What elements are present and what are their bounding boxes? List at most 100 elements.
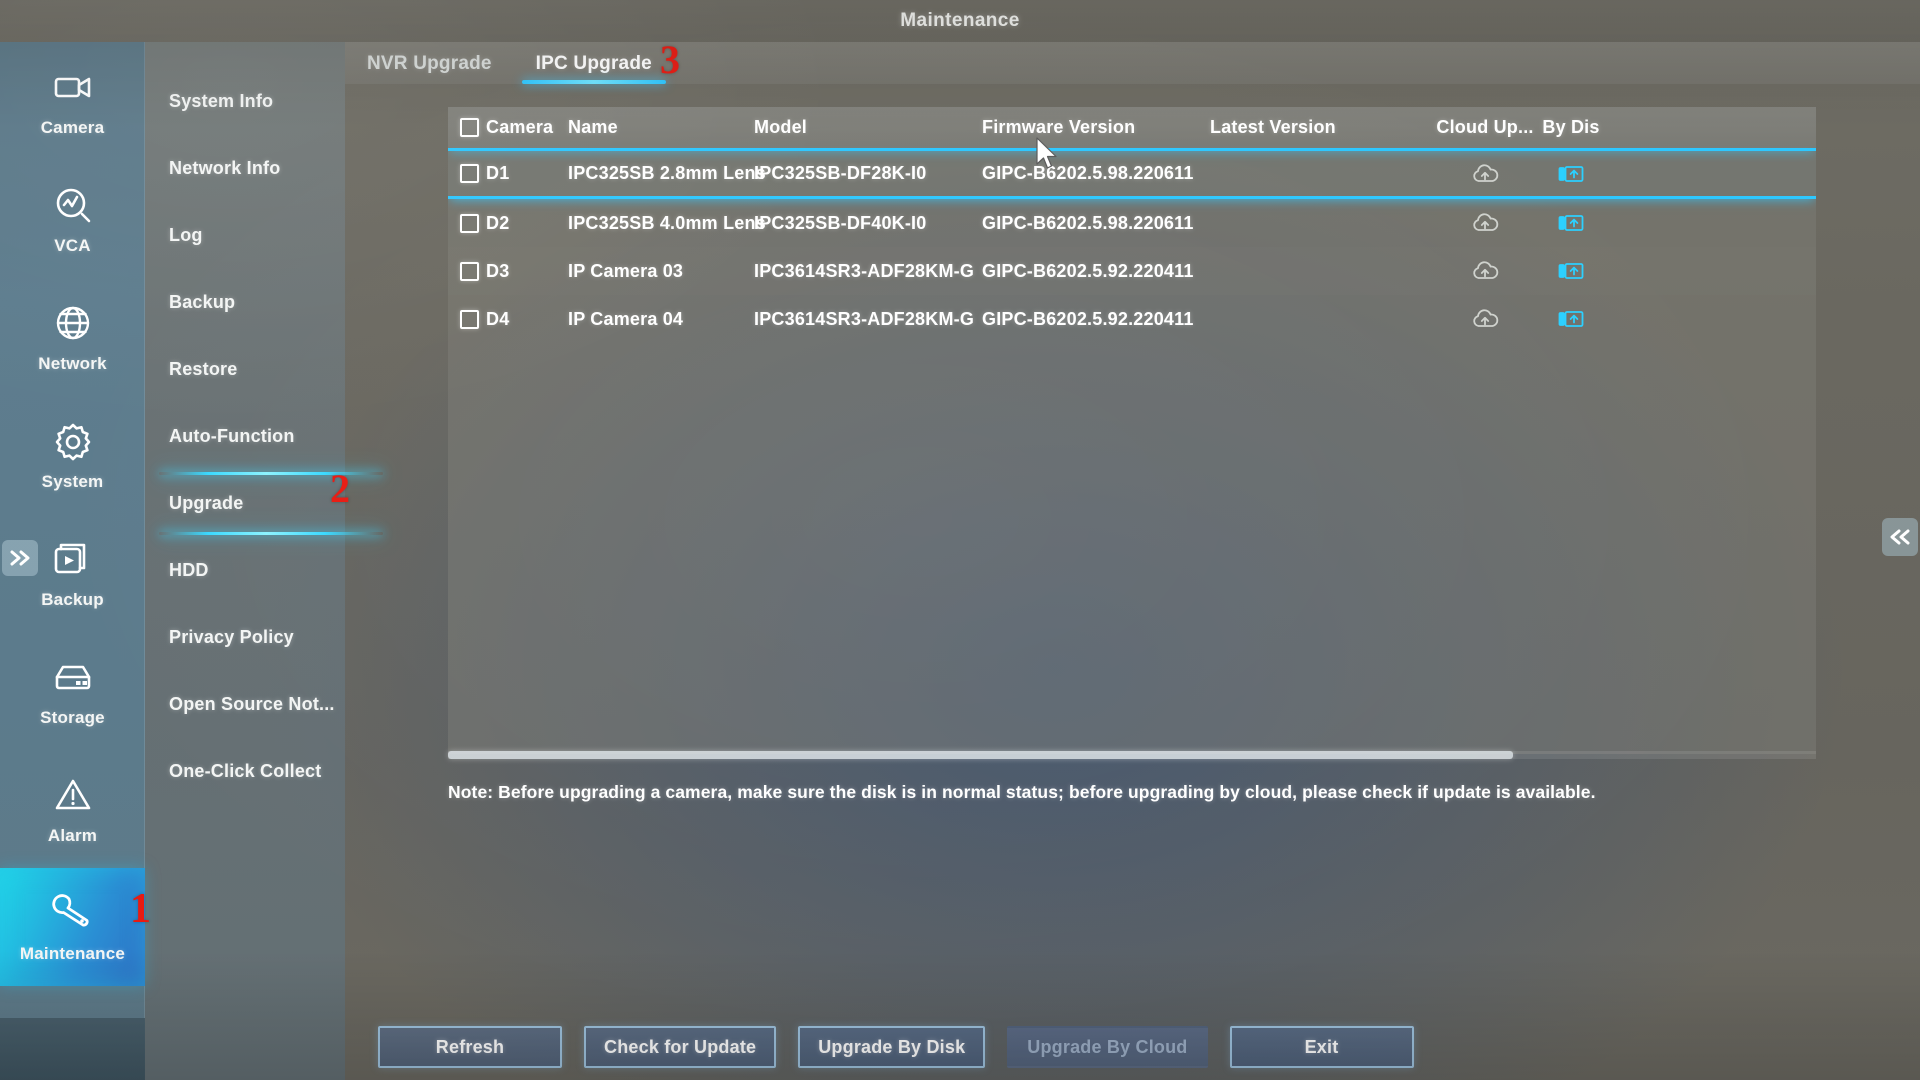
submenu-item-open-source-notice[interactable]: Open Source Not... <box>145 671 345 738</box>
submenu-label: One-Click Collect <box>169 761 322 781</box>
submenu-label: Auto-Function <box>169 426 295 446</box>
row-firmware: GIPC-B6202.5.98.220611 <box>982 163 1194 183</box>
exit-button[interactable]: Exit <box>1229 1026 1414 1068</box>
row-checkbox[interactable] <box>460 213 479 233</box>
row-cloud-cell <box>1438 163 1532 185</box>
submenu-label: Open Source Not... <box>169 694 335 714</box>
scrollbar-thumb[interactable] <box>448 751 1513 759</box>
chevron-double-left-icon[interactable] <box>1882 518 1918 556</box>
annotation-marker-3: 3 <box>660 37 680 82</box>
cloud-upload-icon[interactable] <box>1471 163 1499 185</box>
upgrade-by-disk-button[interactable]: Upgrade By Disk <box>798 1026 986 1068</box>
submenu-item-system-info[interactable]: System Info <box>145 68 345 135</box>
alarm-icon <box>50 772 96 818</box>
sidebar-item-network[interactable]: Network <box>0 278 145 396</box>
wrench-icon <box>50 890 96 936</box>
submenu-label: HDD <box>169 560 209 580</box>
button-bar: Refresh Check for Update Upgrade By Disk… <box>345 1014 1920 1080</box>
backup-icon <box>50 536 96 582</box>
cloud-upload-icon[interactable] <box>1471 212 1499 234</box>
window-titlebar: Maintenance <box>0 0 1920 42</box>
row-checkbox[interactable] <box>460 164 479 183</box>
row-model: IPC3614SR3-ADF28KM-G <box>754 308 975 329</box>
header-cell-cloud: Cloud Up... <box>1436 117 1534 137</box>
header-cell-name: Name <box>568 117 618 137</box>
gear-icon <box>50 418 96 464</box>
sidebar-item-system[interactable]: System <box>0 396 145 514</box>
table-horizontal-scrollbar[interactable] <box>448 751 1816 759</box>
table-row[interactable]: D3 IP Camera 03 IPC3614SR3-ADF28KM-G GIP… <box>448 247 1816 295</box>
header-cell-latest: Latest Version <box>1210 117 1336 137</box>
header-cell-camera: Camera <box>460 117 568 138</box>
row-cloud-cell <box>1438 308 1532 330</box>
check-for-update-button[interactable]: Check for Update <box>584 1026 777 1068</box>
row-name: IPC325SB 4.0mm Lens <box>568 212 766 233</box>
row-cloud-cell <box>1438 212 1532 234</box>
page-title: Maintenance <box>900 10 1020 31</box>
row-camera-id: D1 <box>486 163 510 183</box>
storage-icon <box>50 654 96 700</box>
chevron-double-right-icon[interactable] <box>2 540 38 576</box>
tab-ipc-upgrade[interactable]: IPC Upgrade <box>514 53 674 84</box>
submenu-label: Restore <box>169 359 238 379</box>
sidebar-item-camera[interactable]: Camera <box>0 42 145 160</box>
table-row[interactable]: D4 IP Camera 04 IPC3614SR3-ADF28KM-G GIP… <box>448 295 1816 343</box>
sidebar-label: System <box>41 472 104 491</box>
row-disk-cell <box>1532 163 1610 185</box>
submenu-item-backup[interactable]: Backup <box>145 269 345 336</box>
submenu-item-restore[interactable]: Restore <box>145 336 345 403</box>
submenu-label: Network Info <box>169 158 281 178</box>
row-checkbox[interactable] <box>460 309 479 329</box>
row-checkbox[interactable] <box>460 261 479 281</box>
upgrade-by-cloud-button: Upgrade By Cloud <box>1007 1026 1208 1068</box>
refresh-button[interactable]: Refresh <box>378 1026 562 1068</box>
submenu-label: Privacy Policy <box>169 627 294 647</box>
vca-icon <box>50 182 96 228</box>
tab-nvr-upgrade[interactable]: NVR Upgrade <box>345 53 514 84</box>
submenu-item-one-click-collect[interactable]: One-Click Collect <box>145 738 345 805</box>
row-camera-cell: D2 <box>460 213 568 234</box>
row-disk-cell <box>1532 212 1610 234</box>
row-camera-id: D2 <box>486 212 510 233</box>
submenu-item-log[interactable]: Log <box>145 202 345 269</box>
cloud-upload-icon[interactable] <box>1471 308 1499 330</box>
submenu-item-upgrade[interactable]: Upgrade <box>145 470 383 537</box>
row-camera-cell: D4 <box>460 309 568 330</box>
row-name: IP Camera 04 <box>568 308 684 329</box>
submenu-item-network-info[interactable]: Network Info <box>145 135 345 202</box>
disk-upload-icon[interactable] <box>1557 260 1585 282</box>
row-camera-cell: D3 <box>460 261 568 282</box>
primary-nav-rail: Camera VCA Network System Backup Storage… <box>0 42 145 1080</box>
sidebar-item-vca[interactable]: VCA <box>0 160 145 278</box>
globe-icon <box>50 300 96 346</box>
row-cloud-cell <box>1438 260 1532 282</box>
nvr-maintenance-screen: Maintenance Camera VCA Network System Ba… <box>0 0 1920 1080</box>
row-disk-cell <box>1532 260 1610 282</box>
secondary-menu: System Info Network Info Log Backup Rest… <box>145 42 383 1080</box>
submenu-label: System Info <box>169 91 274 111</box>
annotation-marker-2: 2 <box>330 466 350 511</box>
header-cell-model: Model <box>754 117 807 137</box>
table-row[interactable]: D1 IPC325SB 2.8mm Lens IPC325SB-DF28K-I0… <box>448 151 1816 199</box>
sidebar-label: Storage <box>40 708 105 727</box>
disk-upload-icon[interactable] <box>1557 212 1585 234</box>
table-header-row: Camera Name Model Firmware Version Lates… <box>448 107 1816 151</box>
row-firmware: GIPC-B6202.5.98.220611 <box>982 212 1194 233</box>
sidebar-item-alarm[interactable]: Alarm <box>0 750 145 868</box>
select-all-checkbox[interactable] <box>460 118 479 137</box>
disk-upload-icon[interactable] <box>1557 163 1585 185</box>
row-model: IPC3614SR3-ADF28KM-G <box>754 260 975 281</box>
header-label-camera: Camera <box>486 117 554 137</box>
row-model: IPC325SB-DF40K-I0 <box>754 212 927 233</box>
sidebar-label: Maintenance <box>19 944 126 963</box>
table-row[interactable]: D2 IPC325SB 4.0mm Lens IPC325SB-DF40K-I0… <box>448 199 1816 247</box>
submenu-item-privacy-policy[interactable]: Privacy Policy <box>145 604 345 671</box>
submenu-item-auto-function[interactable]: Auto-Function <box>145 403 345 470</box>
submenu-item-hdd[interactable]: HDD <box>145 537 345 604</box>
sidebar-label: Camera <box>40 118 105 137</box>
sidebar-item-maintenance[interactable]: Maintenance <box>0 868 145 986</box>
disk-upload-icon[interactable] <box>1557 308 1585 330</box>
sidebar-item-storage[interactable]: Storage <box>0 632 145 750</box>
cloud-upload-icon[interactable] <box>1471 260 1499 282</box>
tab-bar: NVR Upgrade IPC Upgrade <box>345 42 1920 84</box>
